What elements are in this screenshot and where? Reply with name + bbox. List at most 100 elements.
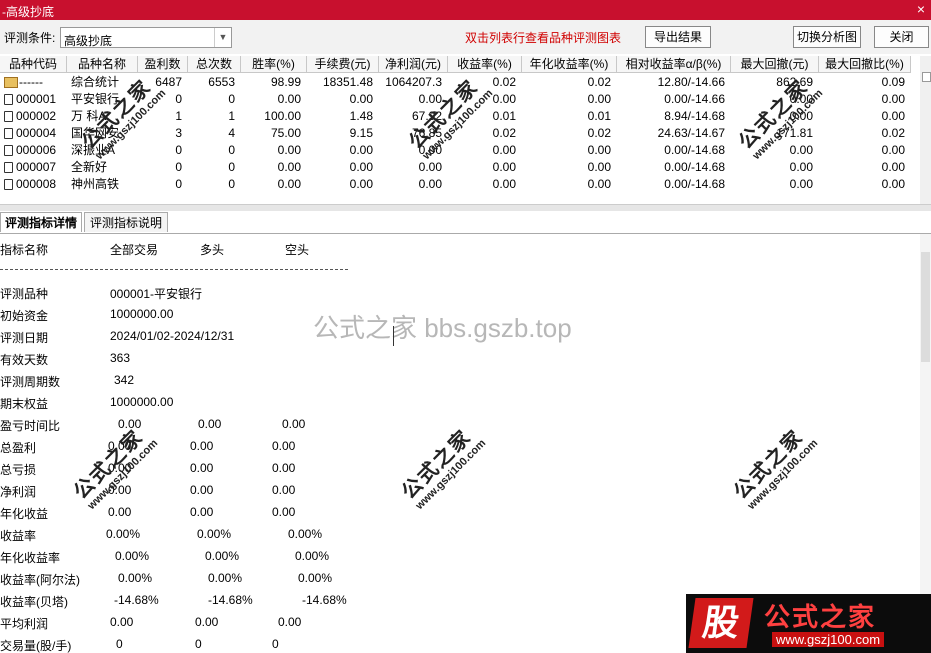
- cell-text: 0.01: [492, 109, 516, 123]
- detail-label: 总亏损: [0, 463, 37, 477]
- table-cell: 0.00: [819, 108, 905, 125]
- column-header[interactable]: 手续费(元): [307, 56, 379, 73]
- table-row[interactable]: 000008 神州高铁 0 0 0.00 0.00 0.00 0.00 0.00 0.00/-14…: [0, 176, 920, 193]
- column-header[interactable]: 品种名称: [67, 56, 138, 73]
- table-row[interactable]: 000007 全新好 0 0 0.00 0.00 0.00 0.00 0.00 0.00/-14.…: [0, 159, 920, 176]
- splitter[interactable]: [0, 204, 931, 211]
- cell-text: 0.00: [277, 177, 301, 191]
- scroll-thumb[interactable]: [921, 252, 930, 362]
- cell-text: 24.63/-14.67: [657, 126, 725, 140]
- detail-value: 0: [272, 637, 279, 651]
- table-cell: 0.00: [241, 91, 301, 108]
- detail-value: 0.00: [190, 483, 214, 497]
- detail-value: 0.00%: [115, 549, 150, 563]
- detail-header-cell: 多头: [200, 243, 225, 257]
- close-icon[interactable]: ×: [917, 1, 925, 17]
- grid-scrollbar[interactable]: [920, 56, 931, 204]
- detail-value: 000001-平安银行: [110, 287, 203, 301]
- detail-value: 363: [110, 351, 131, 365]
- column-header[interactable]: 收益率(%): [448, 56, 522, 73]
- table-cell: 0.00: [731, 176, 813, 193]
- detail-value: 342: [114, 373, 135, 387]
- cell-text: 1: [175, 109, 182, 123]
- cell-text: 9.15: [349, 126, 373, 140]
- table-cell: 0.00: [307, 159, 373, 176]
- table-cell: 0.00: [819, 91, 905, 108]
- condition-select[interactable]: 高级抄底 ▼: [60, 27, 232, 48]
- detail-header-cell: 指标名称: [0, 243, 49, 257]
- column-header[interactable]: 最大回撤(元): [731, 56, 819, 73]
- export-button[interactable]: 导出结果: [645, 26, 711, 48]
- detail-value: 0.00: [110, 615, 134, 629]
- table-cell: 0.00: [307, 142, 373, 159]
- table-cell: 0: [188, 176, 235, 193]
- detail-value: 0: [195, 637, 202, 651]
- cell-text: 0.00: [587, 177, 611, 191]
- table-cell: 98.99: [241, 74, 301, 91]
- tab-bar: 评测指标详情 评测指标说明: [0, 211, 931, 234]
- cell-text: 3: [175, 126, 182, 140]
- divider: [0, 269, 348, 270]
- column-header[interactable]: 最大回撤比(%): [819, 56, 911, 73]
- cell-text: 0.00/-14.68: [664, 160, 725, 174]
- document-icon: [4, 111, 13, 122]
- column-header[interactable]: 盈利数: [138, 56, 188, 73]
- cell-text: 0.00: [881, 109, 905, 123]
- detail-label: 期末权益: [0, 397, 49, 411]
- tab-detail[interactable]: 评测指标详情: [0, 212, 82, 232]
- cell-text: 0: [228, 177, 235, 191]
- tab-explanation[interactable]: 评测指标说明: [84, 212, 168, 232]
- cell-text: 1: [228, 109, 235, 123]
- table-cell: 000006: [4, 142, 67, 159]
- detail-header-cell: 全部交易: [110, 243, 159, 257]
- detail-value: 0.00%: [295, 549, 330, 563]
- text-cursor: [393, 326, 394, 346]
- cell-text: 神州高铁: [71, 177, 120, 191]
- detail-label: 平均利润: [0, 617, 49, 631]
- column-header[interactable]: 年化收益率(%): [522, 56, 617, 73]
- cell-text: 0.00: [349, 143, 373, 157]
- cell-text: 12.80/-14.66: [657, 75, 725, 89]
- scroll-thumb[interactable]: [922, 72, 931, 82]
- detail-value: 2024/01/02-2024/12/31: [110, 329, 235, 343]
- detail-value: 1000000.00: [110, 307, 174, 321]
- table-cell: 0.09: [819, 74, 905, 91]
- table-cell: 0.02: [522, 125, 611, 142]
- detail-scrollbar[interactable]: [920, 234, 931, 653]
- chevron-down-icon[interactable]: ▼: [214, 28, 231, 47]
- cell-text: 75.00: [270, 126, 301, 140]
- detail-value: -14.68%: [114, 593, 159, 607]
- detail-value: 0.00: [190, 461, 214, 475]
- detail-value: 0.00: [108, 505, 132, 519]
- detail-value: 0.00: [190, 439, 214, 453]
- table-cell: 9.15: [307, 125, 373, 142]
- cell-text: 0.02: [881, 126, 905, 140]
- close-button[interactable]: 关闭: [874, 26, 929, 48]
- table-cell: 1064207.3: [379, 74, 442, 91]
- column-header[interactable]: 相对收益率α/β(%): [617, 56, 731, 73]
- column-header[interactable]: 胜率(%): [241, 56, 307, 73]
- table-cell: 000002: [4, 108, 67, 125]
- column-header[interactable]: 净利润(元): [379, 56, 448, 73]
- cell-text: 0.00: [881, 160, 905, 174]
- table-cell: 0: [188, 142, 235, 159]
- cell-text: 000002: [16, 109, 57, 123]
- table-cell: 0.00: [448, 176, 516, 193]
- switch-chart-button[interactable]: 切换分析图: [793, 26, 861, 48]
- table-row[interactable]: 000006 深振业A 0 0 0.00 0.00 0.00 0.00 0.00 0.00/-14…: [0, 142, 920, 159]
- cell-text: 0.00: [349, 177, 373, 191]
- window-title: -高级抄底: [2, 5, 54, 19]
- cell-text: 0.00: [349, 92, 373, 106]
- cell-text: 0.00: [492, 160, 516, 174]
- cell-text: 0.00: [418, 177, 442, 191]
- column-header[interactable]: 总次数: [188, 56, 241, 73]
- cell-text: 000007: [16, 160, 57, 174]
- detail-value: 0.00: [198, 417, 222, 431]
- document-icon: [4, 128, 13, 139]
- cell-text: 0.00: [789, 177, 813, 191]
- table-cell: 1: [188, 108, 235, 125]
- column-header[interactable]: 品种代码: [0, 56, 67, 73]
- table-cell: 0: [138, 142, 182, 159]
- detail-value: 1000000.00: [110, 395, 174, 409]
- detail-label: 年化收益: [0, 507, 49, 521]
